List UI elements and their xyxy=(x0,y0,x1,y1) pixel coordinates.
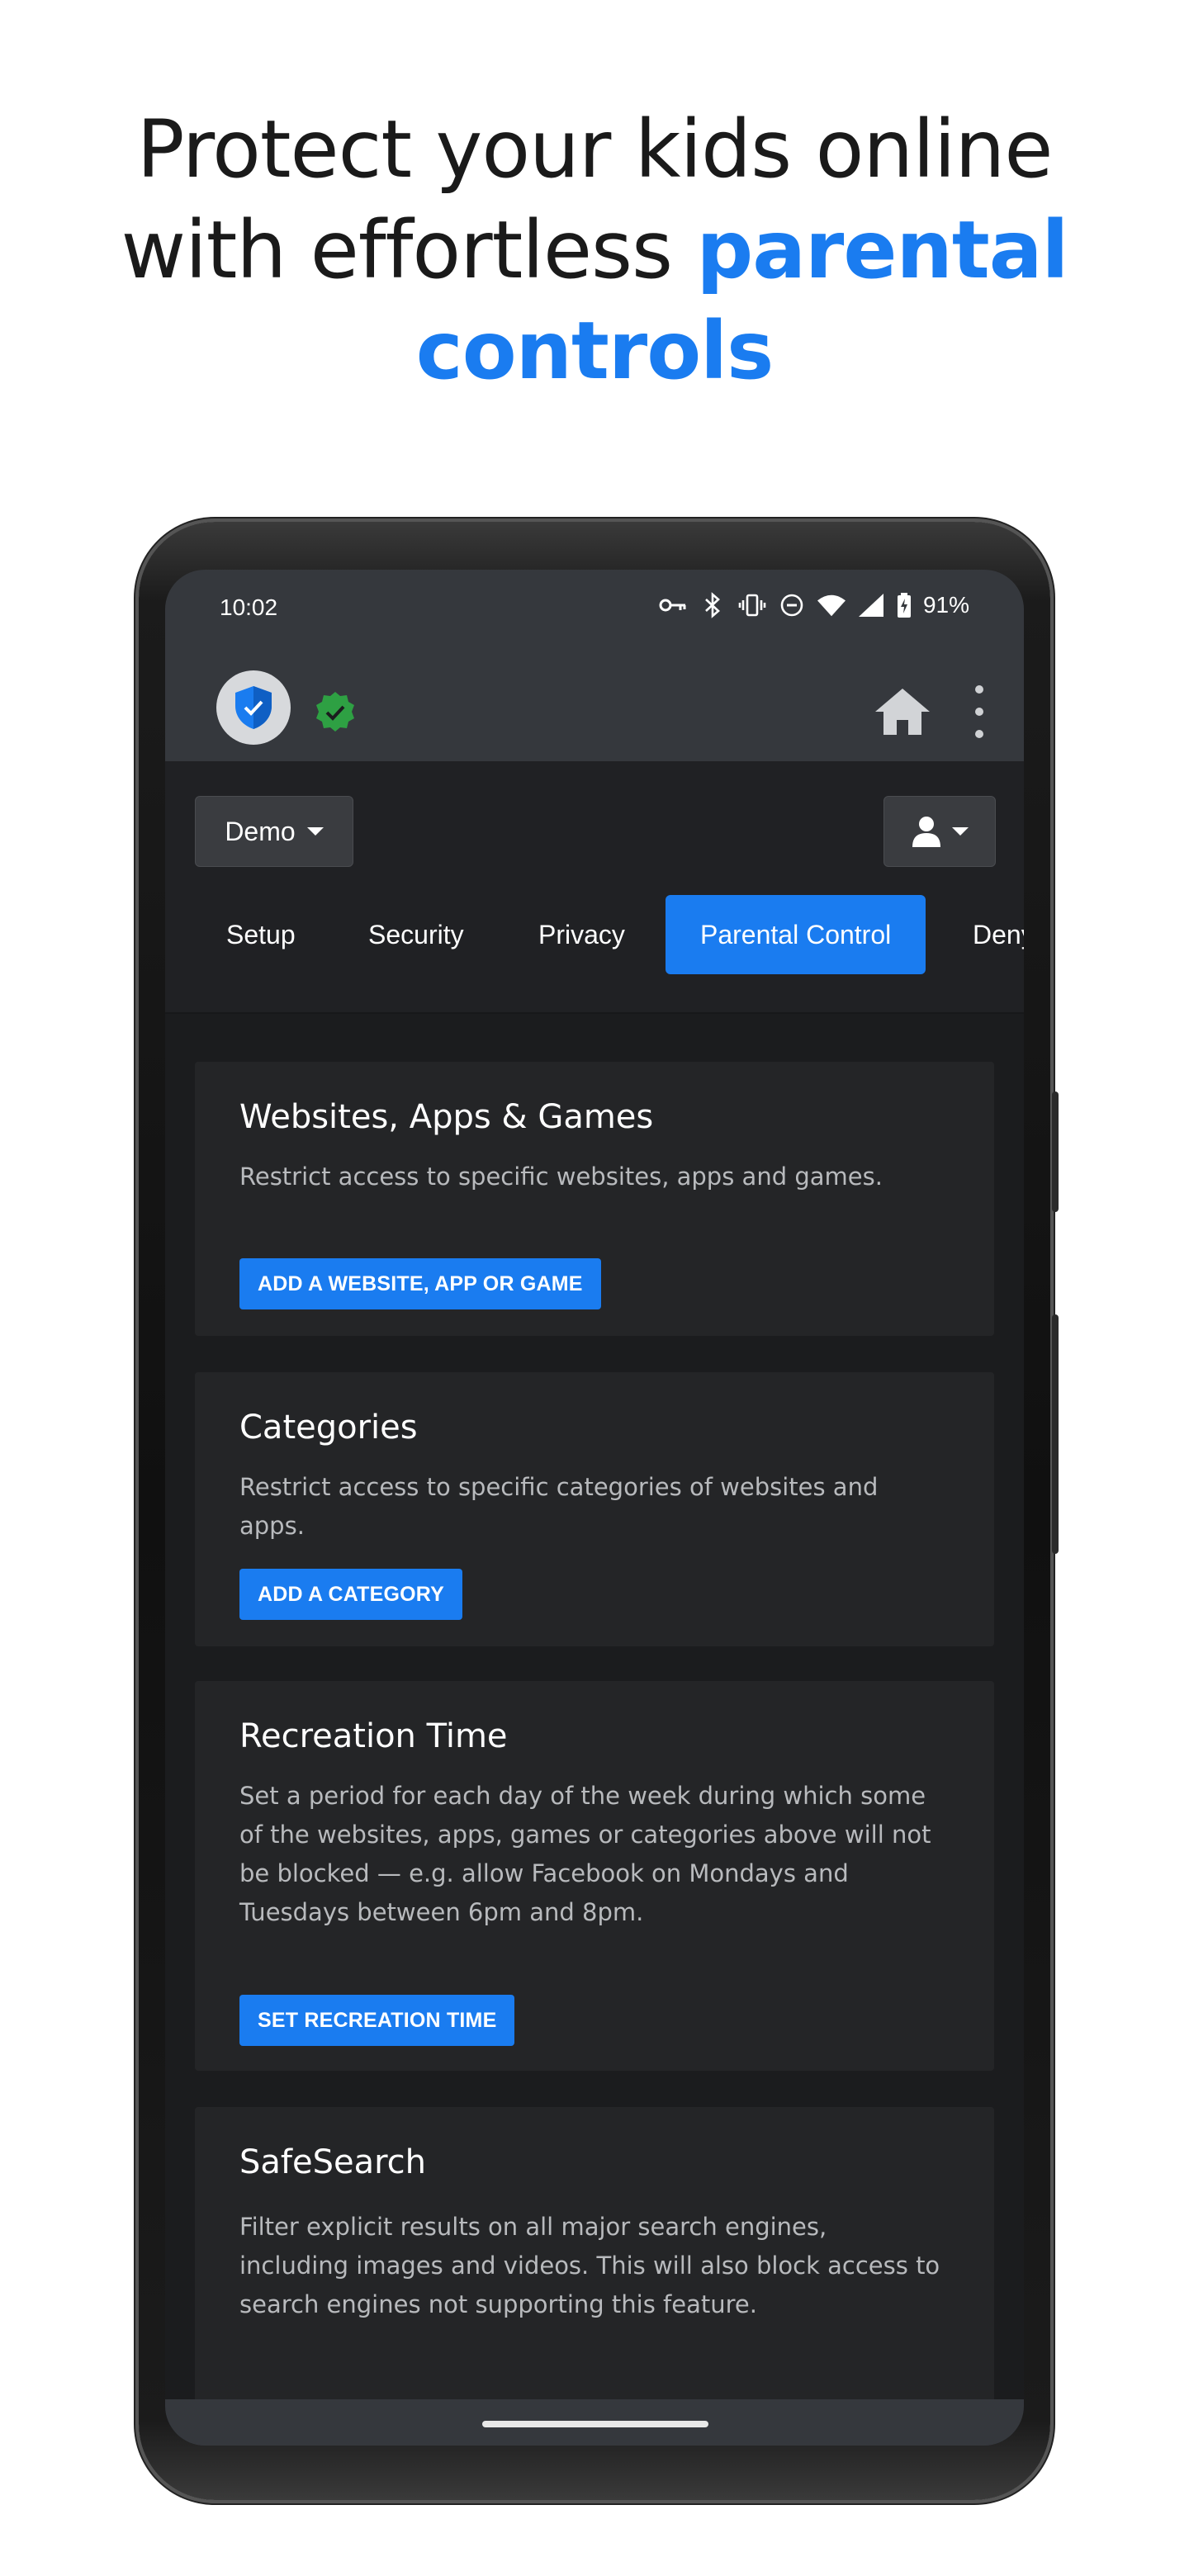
headline-line-2-accent: parental xyxy=(696,204,1069,296)
marketing-headline: Protect your kids online with effortless… xyxy=(0,99,1189,401)
profile-dropdown-label: Demo xyxy=(225,816,296,846)
add-website-app-game-button[interactable]: ADD A WEBSITE, APP OR GAME xyxy=(239,1258,601,1309)
tab-parental-control[interactable]: Parental Control xyxy=(666,895,926,974)
headline-line-3: controls xyxy=(415,305,774,397)
set-recreation-time-button[interactable]: SET RECREATION TIME xyxy=(239,1995,515,2046)
card-title: Categories xyxy=(239,1409,418,1447)
add-category-button[interactable]: ADD A CATEGORY xyxy=(239,1569,462,1620)
card-safesearch: SafeSearch Filter explicit results on al… xyxy=(195,2107,994,2446)
card-title: Recreation Time xyxy=(239,1717,508,1755)
battery-charging-icon xyxy=(897,591,912,619)
volume-button xyxy=(1052,1091,1059,1212)
profile-dropdown[interactable]: Demo xyxy=(195,796,353,867)
chevron-down-icon xyxy=(952,827,969,836)
card-description: Restrict access to specific websites, ap… xyxy=(239,1163,883,1191)
toolbar: Demo Setup Security Privacy Parental Con… xyxy=(165,761,1024,1014)
user-icon xyxy=(912,817,940,847)
status-bar: 10:02 91% xyxy=(165,570,1024,659)
headline-line-2: with effortless parental xyxy=(0,200,1189,301)
status-icons: 91% xyxy=(659,591,969,619)
navigation-gesture-bar[interactable] xyxy=(165,2399,1024,2446)
tab-privacy[interactable]: Privacy xyxy=(538,895,625,974)
chevron-down-icon xyxy=(306,827,324,836)
power-button xyxy=(1052,1314,1059,1554)
bluetooth-icon xyxy=(699,591,727,619)
verified-badge-icon xyxy=(314,690,357,733)
signal-icon xyxy=(857,591,885,619)
card-categories: Categories Restrict access to specific c… xyxy=(195,1372,994,1646)
vibrate-icon xyxy=(738,591,766,619)
headline-line-2-plain: with effortless xyxy=(121,204,697,296)
vpn-key-icon xyxy=(659,591,687,619)
card-title: SafeSearch xyxy=(239,2143,427,2181)
account-dropdown[interactable] xyxy=(883,796,996,867)
card-recreation-time: Recreation Time Set a period for each da… xyxy=(195,1681,994,2071)
headline-line-1: Protect your kids online xyxy=(136,103,1054,196)
card-description: Filter explicit results on all major sea… xyxy=(239,2213,940,2318)
do-not-disturb-icon xyxy=(778,591,806,619)
status-time: 10:02 xyxy=(220,594,278,620)
app-bar xyxy=(165,659,1024,763)
card-title: Websites, Apps & Games xyxy=(239,1098,654,1136)
wifi-icon xyxy=(817,591,846,619)
card-description: Restrict access to specific categories o… xyxy=(239,1473,879,1540)
card-websites-apps-games: Websites, Apps & Games Restrict access t… xyxy=(195,1062,994,1336)
battery-percent: 91% xyxy=(922,592,969,618)
app-logo[interactable] xyxy=(216,670,291,745)
card-description: Set a period for each day of the week du… xyxy=(239,1782,931,1926)
tab-security[interactable]: Security xyxy=(368,895,464,974)
tab-setup[interactable]: Setup xyxy=(226,895,296,974)
tab-deny[interactable]: Deny xyxy=(973,895,1024,974)
home-icon[interactable] xyxy=(874,687,931,736)
more-options-icon[interactable] xyxy=(971,685,988,738)
main-content: Demo Setup Security Privacy Parental Con… xyxy=(165,761,1024,2446)
phone-frame: 10:02 91% Demo Setup Security Privacy Pa… xyxy=(139,522,1059,2500)
tab-bar: Setup Security Privacy Parental Control … xyxy=(165,895,1024,974)
phone-screen: 10:02 91% Demo Setup Security Privacy Pa… xyxy=(165,570,1024,2446)
shield-icon xyxy=(235,686,272,729)
